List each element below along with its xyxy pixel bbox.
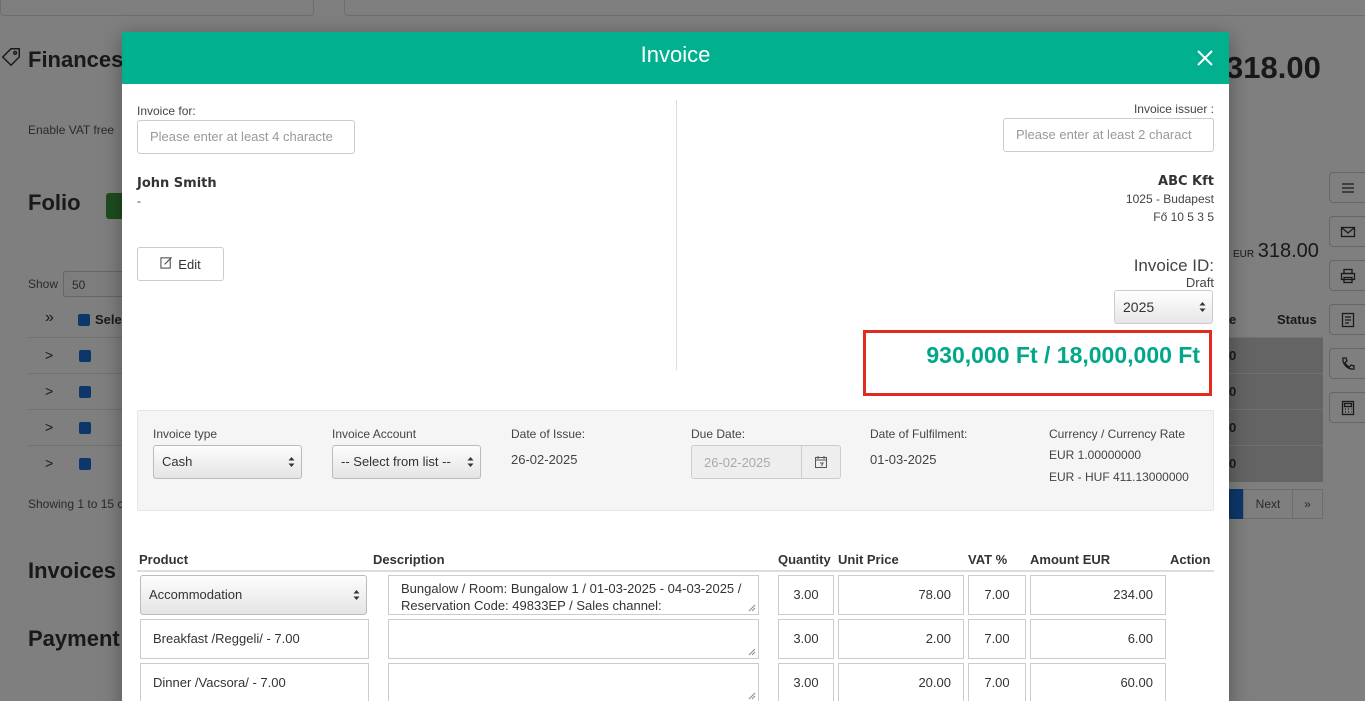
issuer-input[interactable]: Please enter at least 2 charact: [1003, 118, 1214, 152]
header-divider: [137, 570, 1214, 572]
header-product: Product: [139, 552, 189, 567]
edit-label: Edit: [178, 256, 201, 272]
select-arrows-icon: [1199, 302, 1206, 312]
select-arrows-icon: [353, 590, 360, 600]
customer-name: John Smith: [137, 176, 217, 191]
amount-input[interactable]: 234.00: [1030, 575, 1166, 615]
invoice-account-label: Invoice Account: [332, 427, 417, 441]
fulfilment-label: Date of Fulfilment:: [870, 427, 968, 441]
invoice-modal: Invoice Invoice for: Please enter at lea…: [122, 32, 1229, 701]
product-select[interactable]: Accommodation: [140, 575, 367, 615]
description-textarea[interactable]: [388, 619, 759, 659]
due-date-input: 26-02-2025: [691, 445, 841, 479]
vat-input[interactable]: 7.00: [968, 619, 1026, 659]
currency-rate-huf: EUR - HUF 411.13000000: [1049, 470, 1189, 484]
edit-button[interactable]: Edit: [137, 247, 224, 281]
invoice-type-select[interactable]: Cash: [153, 445, 302, 479]
invoice-details-panel: Invoice type Cash Invoice Account -- Sel…: [137, 410, 1214, 511]
issuer-street: Fő 10 5 3 5: [1153, 210, 1214, 224]
column-divider: [676, 100, 677, 370]
issuer-name: ABC Kft: [1158, 174, 1214, 189]
currency-label: Currency / Currency Rate: [1049, 427, 1186, 441]
select-arrows-icon: [467, 457, 474, 467]
balance-amount: 930,000 Ft / 18,000,000 Ft: [926, 342, 1200, 368]
invoice-account-value: -- Select from list --: [341, 454, 451, 469]
modal-header: Invoice: [122, 32, 1229, 84]
header-action: Action: [1170, 552, 1211, 567]
currency-rate-eur: EUR 1.00000000: [1049, 448, 1142, 462]
year-value: 2025: [1123, 299, 1155, 315]
description-value: Bungalow / Room: Bungalow 1 / 01-03-2025…: [401, 581, 742, 613]
unit-price-input[interactable]: 20.00: [838, 663, 964, 701]
resize-handle-icon[interactable]: [748, 604, 756, 612]
invoice-id-value: Draft: [1185, 275, 1214, 290]
invoice-for-label: Invoice for:: [137, 104, 196, 118]
invoice-type-value: Cash: [162, 454, 193, 469]
vat-input[interactable]: 7.00: [968, 663, 1026, 701]
issuer-label: Invoice issuer :: [1133, 102, 1214, 116]
quantity-input[interactable]: 3.00: [778, 575, 834, 615]
amount-input[interactable]: 6.00: [1030, 619, 1166, 659]
due-date-label: Due Date:: [691, 427, 746, 441]
amount-input[interactable]: 60.00: [1030, 663, 1166, 701]
product-field[interactable]: Dinner /Vacsora/ - 7.00: [140, 663, 369, 701]
calendar-icon[interactable]: [801, 446, 840, 478]
header-unit-price: Unit Price: [838, 552, 899, 567]
fulfilment-value: 01-03-2025: [870, 452, 937, 467]
date-issue-label: Date of Issue:: [511, 427, 586, 441]
header-vat: VAT %: [968, 552, 1008, 567]
resize-handle-icon[interactable]: [748, 648, 756, 656]
close-icon[interactable]: [1195, 48, 1215, 68]
edit-icon: [160, 256, 173, 272]
product-field[interactable]: Breakfast /Reggeli/ - 7.00: [140, 619, 369, 659]
issuer-city: 1025 - Budapest: [1125, 192, 1214, 206]
unit-price-input[interactable]: 78.00: [838, 575, 964, 615]
year-select[interactable]: 2025: [1114, 290, 1213, 324]
invoice-id-label: Invoice ID:: [1133, 256, 1214, 275]
unit-price-input[interactable]: 2.00: [838, 619, 964, 659]
date-issue-value: 26-02-2025: [511, 452, 578, 467]
quantity-input[interactable]: 3.00: [778, 663, 834, 701]
header-description: Description: [373, 552, 445, 567]
quantity-input[interactable]: 3.00: [778, 619, 834, 659]
invoice-account-select[interactable]: -- Select from list --: [332, 445, 481, 479]
customer-detail: -: [137, 194, 141, 208]
select-arrows-icon: [288, 457, 295, 467]
invoice-for-input[interactable]: Please enter at least 4 characte: [137, 120, 355, 154]
header-quantity: Quantity: [778, 552, 831, 567]
due-date-value: 26-02-2025: [704, 455, 771, 470]
header-amount: Amount EUR: [1030, 552, 1111, 567]
description-textarea[interactable]: Bungalow / Room: Bungalow 1 / 01-03-2025…: [388, 575, 759, 615]
invoice-type-label: Invoice type: [153, 427, 218, 441]
resize-handle-icon[interactable]: [748, 692, 756, 700]
description-textarea[interactable]: [388, 663, 759, 701]
vat-input[interactable]: 7.00: [968, 575, 1026, 615]
product-value: Accommodation: [149, 587, 243, 602]
modal-title: Invoice: [640, 42, 711, 67]
